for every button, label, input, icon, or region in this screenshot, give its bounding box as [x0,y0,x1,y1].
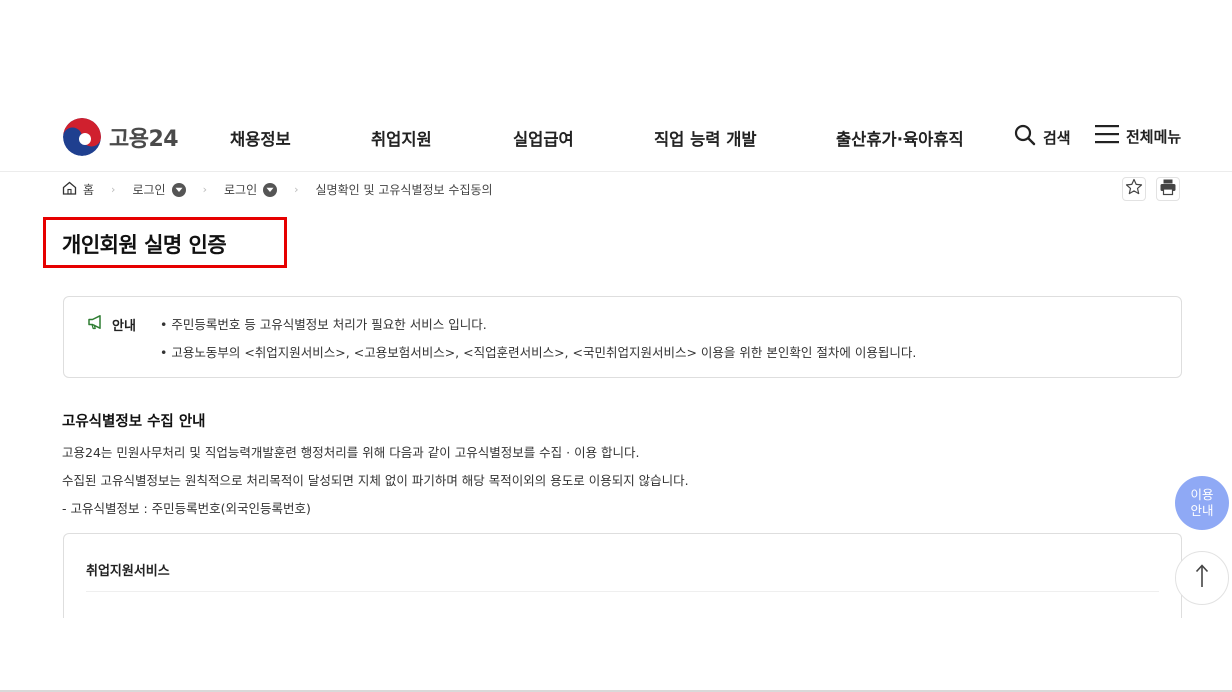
star-icon [1125,178,1143,200]
breadcrumb-current: 실명확인 및 고유식별정보 수집동의 [315,183,493,197]
search-button[interactable]: 검색 [1014,124,1071,150]
search-icon [1014,124,1036,150]
collection-paragraph: 수집된 고유식별정보는 원칙적으로 처리목적이 달성되면 지체 없이 파기하며 … [62,473,689,488]
notice-box: 안내 • 주민등록번호 등 고유식별정보 처리가 필요한 서비스 입니다. • … [63,296,1182,378]
favorite-button[interactable] [1122,177,1146,201]
divider [86,591,1159,592]
breadcrumb-login-2[interactable]: 로그인 [223,181,278,198]
breadcrumb-separator-icon: › [111,183,116,196]
collection-paragraph: 고용24는 민원사무처리 및 직업능력개발훈련 행정처리를 위해 다음과 같이 … [62,445,640,460]
breadcrumb-home-label: 홈 [83,183,95,197]
usage-guide-label-2: 안내 [1190,503,1214,518]
usage-guide-button[interactable]: 이용 안내 [1175,476,1229,530]
scroll-to-top-button[interactable] [1175,551,1229,605]
breadcrumb-login-1[interactable]: 로그인 [132,181,186,198]
chevron-down-icon[interactable] [263,182,278,197]
hamburger-icon [1095,124,1119,148]
nav-item-employment-support[interactable]: 취업지원 [371,126,432,150]
section-title: 고유식별정보 수집 안내 [62,414,206,430]
site-header: 고용24 채용정보 취업지원 실업급여 직업 능력 개발 출산휴가·육아휴직 검… [0,100,1232,172]
site-logo[interactable]: 고용24 [63,118,179,156]
home-icon [62,181,77,198]
page-tools [1122,177,1180,201]
arrow-up-icon [1195,563,1209,593]
breadcrumb-login-2-label: 로그인 [223,183,258,197]
collection-paragraph: - 고유식별정보 : 주민등록번호(외국인등록번호) [62,501,311,516]
nav-item-job-skills[interactable]: 직업 능력 개발 [654,126,757,150]
nav-item-unemployment-benefit[interactable]: 실업급여 [513,126,574,150]
breadcrumb: 홈 › 로그인 › 로그인 › 실명확인 및 고유식별정보 수집동의 [62,181,493,198]
notice-header: 안내 [87,314,136,334]
taegeuk-logo-icon [63,118,101,156]
megaphone-icon [87,314,105,334]
breadcrumb-login-1-label: 로그인 [132,183,166,197]
logo-text: 고용24 [109,127,179,152]
all-menu-button[interactable]: 전체메뉴 [1095,124,1181,148]
nav-item-jobs[interactable]: 채용정보 [230,126,291,150]
breadcrumb-home[interactable]: 홈 [62,181,94,198]
print-button[interactable] [1156,177,1180,201]
notice-label: 안내 [112,318,136,334]
service-title: 취업지원서비스 [86,564,170,579]
service-consent-box: 취업지원서비스 [63,533,1182,618]
breadcrumb-separator-icon: › [202,183,207,196]
print-icon [1159,178,1177,200]
search-label: 검색 [1043,128,1071,147]
breadcrumb-separator-icon: › [294,183,299,196]
chevron-down-icon[interactable] [171,182,186,197]
nav-item-parental-leave[interactable]: 출산휴가·육아휴직 [836,126,964,150]
usage-guide-label-1: 이용 [1190,487,1214,502]
notice-line: • 고용노동부의 <취업지원서비스>, <고용보험서비스>, <직업훈련서비스>… [160,345,917,360]
notice-line: • 주민등록번호 등 고유식별정보 처리가 필요한 서비스 입니다. [160,317,487,332]
page-title: 개인회원 실명 인증 [62,233,227,257]
all-menu-label: 전체메뉴 [1126,127,1182,146]
